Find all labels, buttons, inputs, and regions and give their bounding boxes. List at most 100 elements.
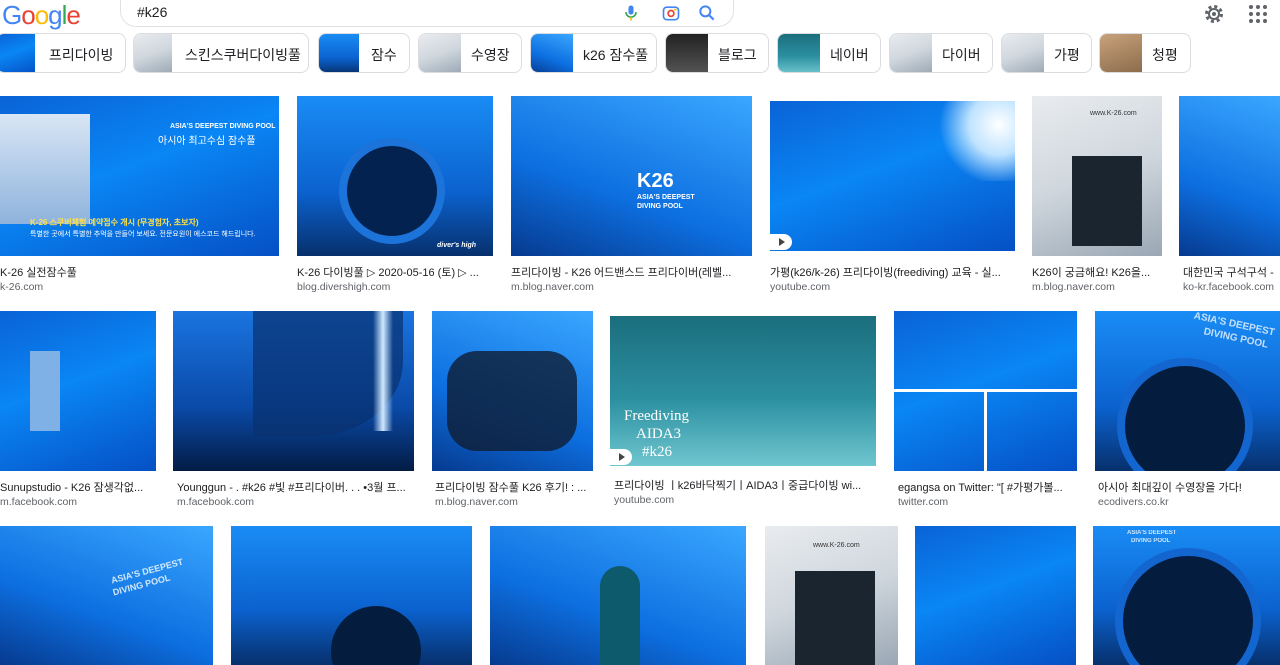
- chip-diver[interactable]: 다이버: [889, 33, 993, 73]
- image-result[interactable]: 프리다이빙 잠수풀 K26 후기! : ... m.blog.naver.com: [432, 311, 593, 511]
- result-source[interactable]: k-26.com: [0, 281, 43, 293]
- chip-naver[interactable]: 네이버: [777, 33, 881, 73]
- chip-label: 가평: [1054, 47, 1080, 63]
- result-thumbnail[interactable]: diver's high: [297, 96, 493, 256]
- image-result[interactable]: K26 ASIA'S DEEPEST DIVING POOL 프리다이빙 - K…: [511, 96, 752, 296]
- result-thumbnail[interactable]: ASIA'S DEEPEST DIVING POOL: [1095, 311, 1280, 471]
- chip-blog[interactable]: 블로그: [665, 33, 769, 73]
- result-title[interactable]: 가평(k26/k-26) 프리다이빙(freediving) 교육 - 실...: [770, 264, 1015, 280]
- chip-label: 스킨스쿠버다이빙풀: [185, 47, 301, 63]
- image-result[interactable]: ASIA'S DEEPEST DIVING POOL 아시아 최고수심 잠수풀 …: [0, 96, 280, 296]
- result-source[interactable]: ecodivers.co.kr: [1098, 496, 1169, 508]
- result-source[interactable]: twitter.com: [898, 496, 948, 508]
- result-title[interactable]: 프리다이빙 - K26 어드밴스드 프리다이버(레벨...: [511, 264, 752, 280]
- result-thumbnail[interactable]: [173, 311, 414, 471]
- image-result[interactable]: Sunupstudio - K26 잠생각없... m.facebook.com: [0, 311, 156, 511]
- image-result[interactable]: ASIA'S DEEPEST DIVING POOL 아시아 최대깊이 수영장을…: [1095, 311, 1280, 511]
- chip-diving[interactable]: 잠수: [318, 33, 410, 73]
- result-title[interactable]: Younggun - . #k26 #빛 #프리다이버. . . •3월 프..…: [177, 479, 418, 495]
- overlay-text: ASIA'S DEEPEST: [1127, 530, 1177, 536]
- result-title[interactable]: K-26 다이빙풀 ▷ 2020-05-16 (토) ▷ ...: [297, 264, 493, 280]
- mic-icon[interactable]: [621, 3, 641, 23]
- overlay-text: www.K-26.com: [813, 542, 860, 549]
- result-source[interactable]: ko-kr.facebook.com: [1183, 281, 1274, 293]
- result-title[interactable]: Sunupstudio - K26 잠생각없...: [0, 479, 156, 495]
- google-logo[interactable]: Google: [2, 0, 81, 30]
- result-thumbnail[interactable]: [231, 526, 472, 665]
- chip-thumbnail: [890, 34, 932, 72]
- result-title[interactable]: K26이 궁금해요! K26을...: [1032, 264, 1162, 280]
- result-title[interactable]: 대한민국 구석구석 -: [1183, 264, 1280, 280]
- chip-skin-scuba-pool[interactable]: 스킨스쿠버다이빙풀: [133, 33, 309, 73]
- result-title[interactable]: egangsa on Twitter: "[ #가평가볼...: [898, 479, 1081, 495]
- result-thumbnail[interactable]: www.K-26.com: [765, 526, 898, 665]
- result-thumbnail[interactable]: [0, 311, 156, 471]
- result-thumbnail[interactable]: ASIA'S DEEPEST DIVING POOL 아시아 최고수심 잠수풀 …: [0, 96, 279, 256]
- image-result[interactable]: Freediving AIDA3 #k26 프리다이빙 ㅣk26바닥찍기ㅣAID…: [610, 316, 876, 511]
- chip-thumbnail: [778, 34, 820, 72]
- image-result[interactable]: www.K-26.com: [765, 526, 898, 665]
- overlay-text: AIDA3: [636, 426, 681, 442]
- result-thumbnail[interactable]: ASIA'S DEEPEST DIVING POOL: [0, 526, 213, 665]
- video-play-icon: [610, 449, 632, 465]
- camera-lens-icon[interactable]: [661, 3, 681, 23]
- chip-gapyeong[interactable]: 가평: [1001, 33, 1092, 73]
- result-source[interactable]: youtube.com: [614, 494, 674, 506]
- chip-freediving[interactable]: 프리다이빙: [0, 33, 126, 73]
- search-icon[interactable]: [697, 3, 717, 23]
- result-source[interactable]: blog.divershigh.com: [297, 281, 390, 293]
- overlay-text: ASIA'S DEEPEST: [637, 194, 695, 201]
- result-title[interactable]: 프리다이빙 잠수풀 K26 후기! : ...: [435, 479, 596, 495]
- image-result[interactable]: ASIA'S DEEPEST DIVING POOL: [0, 526, 213, 665]
- result-thumbnail[interactable]: [770, 101, 1015, 251]
- result-thumbnail[interactable]: [915, 526, 1076, 665]
- result-source[interactable]: youtube.com: [770, 281, 830, 293]
- image-result[interactable]: www.K-26.com K26이 궁금해요! K26을... m.blog.n…: [1032, 96, 1162, 296]
- overlay-text: DIVING POOL: [637, 203, 683, 210]
- chip-swimming-pool[interactable]: 수영장: [418, 33, 522, 73]
- result-thumbnail[interactable]: Freediving AIDA3 #k26: [610, 316, 876, 466]
- result-source[interactable]: m.facebook.com: [177, 496, 254, 508]
- result-source[interactable]: m.blog.naver.com: [435, 496, 518, 508]
- overlay-text: ASIA'S DEEPEST DIVING POOL: [170, 123, 276, 130]
- result-thumbnail[interactable]: [894, 311, 1077, 471]
- overlay-text: Freediving: [624, 408, 689, 424]
- image-result[interactable]: diver's high K-26 다이빙풀 ▷ 2020-05-16 (토) …: [297, 96, 493, 296]
- image-result[interactable]: 대한민국 구석구석 - ko-kr.facebook.com: [1179, 96, 1280, 296]
- overlay-text: 아시아 최고수심 잠수풀: [158, 136, 256, 147]
- logo-letter: G: [2, 0, 22, 30]
- result-title[interactable]: 프리다이빙 ㅣk26바닥찍기ㅣAIDA3ㅣ중급다이빙 wi...: [614, 477, 880, 493]
- result-title[interactable]: K-26 실전잠수풀: [0, 264, 280, 280]
- overlay-text: diver's high: [437, 242, 477, 249]
- result-source[interactable]: m.facebook.com: [0, 496, 77, 508]
- image-result[interactable]: [231, 526, 472, 665]
- image-result[interactable]: [915, 526, 1076, 665]
- result-thumbnail[interactable]: K26 ASIA'S DEEPEST DIVING POOL: [511, 96, 752, 256]
- search-box[interactable]: #k26: [120, 0, 734, 27]
- image-result[interactable]: egangsa on Twitter: "[ #가평가볼... twitter.…: [894, 311, 1077, 511]
- result-thumbnail[interactable]: [490, 526, 746, 665]
- result-source[interactable]: m.blog.naver.com: [511, 281, 594, 293]
- result-source[interactable]: m.blog.naver.com: [1032, 281, 1115, 293]
- chip-cheongpyeong[interactable]: 청평: [1099, 33, 1191, 73]
- chip-label: k26 잠수풀: [583, 47, 649, 63]
- image-result[interactable]: Younggun - . #k26 #빛 #프리다이버. . . •3월 프..…: [173, 311, 414, 511]
- video-play-icon: [770, 234, 792, 250]
- chip-label: 네이버: [830, 47, 869, 63]
- result-title[interactable]: 아시아 최대깊이 수영장을 가다!: [1098, 479, 1280, 495]
- result-thumbnail[interactable]: www.K-26.com: [1032, 96, 1162, 256]
- image-result[interactable]: 가평(k26/k-26) 프리다이빙(freediving) 교육 - 실...…: [770, 101, 1015, 296]
- search-input[interactable]: #k26: [137, 4, 167, 20]
- result-thumbnail[interactable]: [1179, 96, 1280, 256]
- image-result[interactable]: ASIA'S DEEPEST DIVING POOL: [1093, 526, 1280, 665]
- image-result[interactable]: [490, 526, 746, 665]
- overlay-text: #k26: [642, 444, 672, 460]
- chip-thumbnail: [419, 34, 461, 72]
- chip-k26-pool[interactable]: k26 잠수풀: [530, 33, 657, 73]
- result-thumbnail[interactable]: ASIA'S DEEPEST DIVING POOL: [1093, 526, 1280, 665]
- gear-icon[interactable]: [1202, 2, 1226, 26]
- result-thumbnail[interactable]: [432, 311, 593, 471]
- apps-grid-icon[interactable]: [1246, 2, 1270, 26]
- logo-letter: g: [48, 0, 63, 30]
- chip-label: 다이버: [942, 47, 981, 63]
